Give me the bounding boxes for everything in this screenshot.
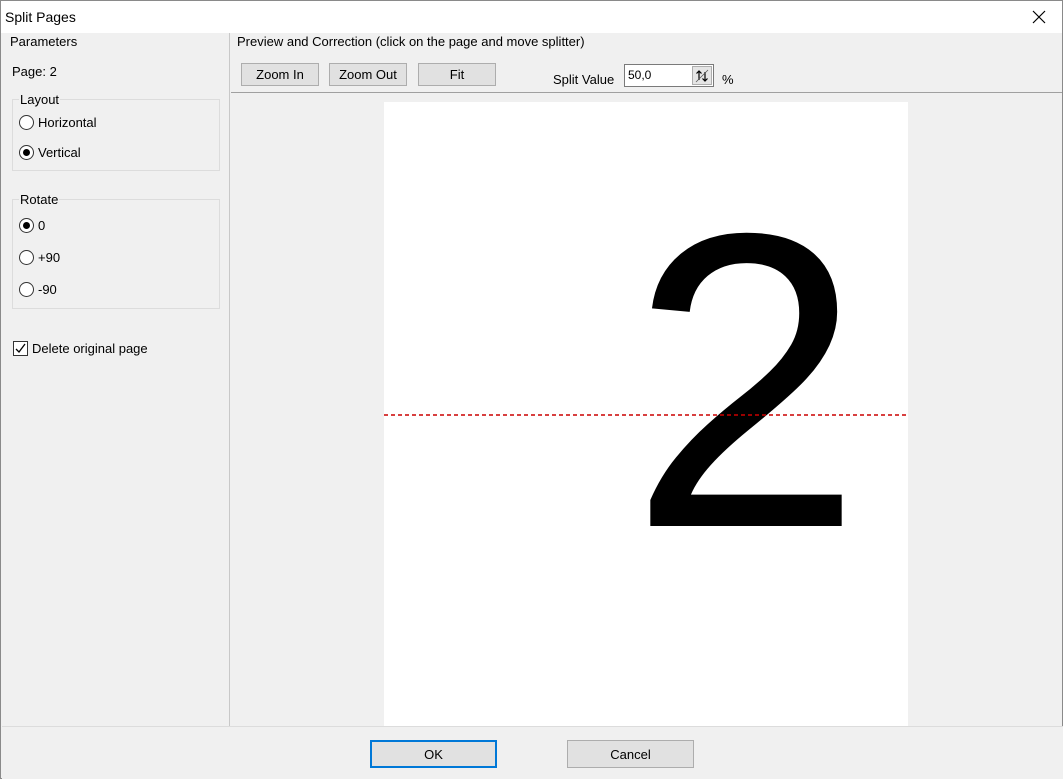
delete-original-checkbox[interactable]	[13, 341, 28, 356]
split-unit: %	[722, 72, 734, 87]
zoom-in-button[interactable]: Zoom In	[241, 63, 319, 86]
split-value-spinner[interactable]: 50,0	[624, 64, 714, 87]
rotate-minus90-option[interactable]: -90	[19, 282, 57, 297]
preview-canvas[interactable]: 2	[231, 94, 1062, 726]
preview-panel: Preview and Correction (click on the pag…	[231, 33, 1062, 726]
up-down-arrows-icon	[695, 69, 709, 82]
rotate-caption: Rotate	[19, 192, 60, 207]
toolbar-divider	[231, 92, 1062, 93]
rotate-minus90-radio[interactable]	[19, 282, 34, 297]
split-value-input[interactable]: 50,0	[628, 68, 651, 82]
close-icon	[1032, 10, 1046, 24]
layout-vertical-radio[interactable]	[19, 145, 34, 160]
layout-vertical-option[interactable]: Vertical	[19, 145, 81, 160]
spin-up-down-button[interactable]	[692, 66, 712, 85]
layout-horizontal-radio[interactable]	[19, 115, 34, 130]
fit-button[interactable]: Fit	[418, 63, 496, 86]
rotate-0-option[interactable]: 0	[19, 218, 45, 233]
page-preview[interactable]: 2	[384, 102, 908, 726]
rotate-0-radio[interactable]	[19, 218, 34, 233]
rotate-0-label: 0	[38, 218, 46, 233]
preview-caption: Preview and Correction (click on the pag…	[237, 34, 585, 49]
page-content-svg: 2	[384, 147, 908, 616]
dialog-title: Split Pages	[5, 9, 76, 25]
checkmark-icon	[15, 343, 26, 353]
delete-original-label: Delete original page	[32, 341, 148, 356]
rotate-plus90-label: +90	[38, 250, 61, 265]
cancel-button[interactable]: Cancel	[567, 740, 694, 768]
split-pages-dialog: Split Pages Parameters Page: 2 Layout Ho…	[0, 0, 1063, 779]
ok-button[interactable]: OK	[370, 740, 497, 768]
delete-original-option[interactable]: Delete original page	[13, 341, 148, 356]
layout-horizontal-label: Horizontal	[38, 115, 97, 130]
page-number-glyph: 2	[629, 147, 863, 616]
rotate-plus90-option[interactable]: +90	[19, 250, 60, 265]
layout-caption: Layout	[19, 92, 61, 107]
zoom-out-button[interactable]: Zoom Out	[329, 63, 407, 86]
dialog-footer: OK Cancel	[2, 726, 1063, 779]
parameters-panel: Parameters Page: 2 Layout Horizontal Ver…	[2, 33, 230, 726]
layout-vertical-label: Vertical	[38, 145, 81, 160]
layout-group: Layout Horizontal Vertical	[12, 92, 220, 171]
rotate-plus90-radio[interactable]	[19, 250, 34, 265]
layout-horizontal-option[interactable]: Horizontal	[19, 115, 97, 130]
rotate-group: Rotate 0 +90 -90	[12, 192, 220, 309]
title-bar: Split Pages	[1, 1, 1062, 33]
split-value-label: Split Value	[553, 72, 615, 87]
page-label: Page: 2	[12, 64, 57, 79]
rotate-minus90-label: -90	[38, 282, 57, 297]
parameters-caption: Parameters	[10, 34, 78, 49]
close-button[interactable]	[1016, 1, 1062, 33]
